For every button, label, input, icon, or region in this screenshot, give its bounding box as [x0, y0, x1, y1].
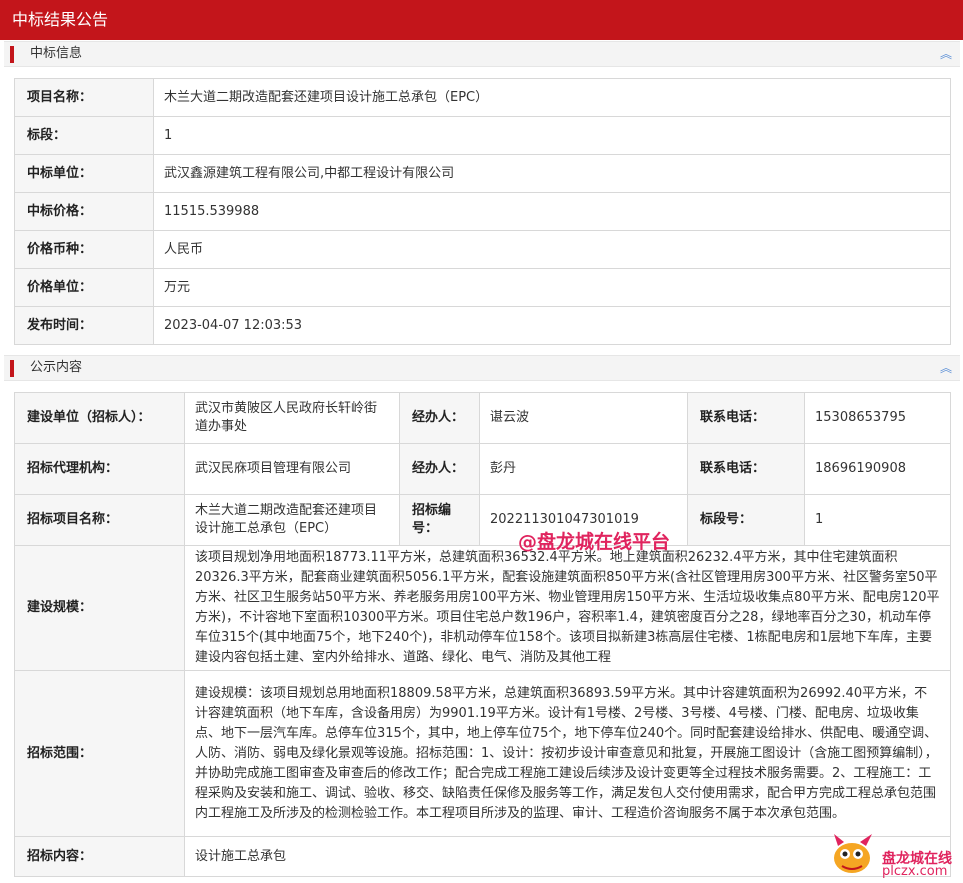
section-bar-winning-info[interactable]: 中标信息 ︽ [4, 41, 960, 67]
row-value: 2023-04-07 12:03:53 [153, 306, 951, 345]
row-value: 人民币 [153, 230, 951, 269]
agency-phone-value: 18696190908 [804, 443, 951, 495]
builder-handler-value: 谌云波 [479, 392, 688, 444]
row-value: 木兰大道二期改造配套还建项目设计施工总承包（EPC） [153, 78, 951, 117]
builder-label: 建设单位（招标人）： [14, 392, 185, 444]
agency-handler-value: 彭丹 [479, 443, 688, 495]
table-row: 招标内容： 设计施工总承包 [14, 836, 951, 877]
row-label: 发布时间： [14, 306, 154, 345]
table-row: 价格币种： 人民币 [14, 230, 951, 269]
project-name-label: 招标项目名称： [14, 494, 185, 546]
winning-info-table: 项目名称： 木兰大道二期改造配套还建项目设计施工总承包（EPC） 标段： 1 中… [14, 78, 951, 345]
section-number-label: 标段号： [687, 494, 805, 546]
agency-value: 武汉民庥项目管理有限公司 [184, 443, 400, 495]
table-row: 项目名称： 木兰大道二期改造配套还建项目设计施工总承包（EPC） [14, 78, 951, 117]
table-row: 招标代理机构： 武汉民庥项目管理有限公司 经办人： 彭丹 联系电话： 18696… [14, 443, 951, 495]
watermark-text: @盘龙城在线平台 [518, 531, 671, 553]
agency-handler-label: 经办人： [399, 443, 480, 495]
builder-phone-label: 联系电话： [687, 392, 805, 444]
site-logo: 盘龙城在线 plczx.com [828, 826, 960, 880]
section-bar-public-content[interactable]: 公示内容 ︽ [4, 355, 960, 381]
page-title: 中标结果公告 [12, 10, 109, 29]
section-marker [10, 46, 14, 63]
row-label: 中标单位： [14, 154, 154, 193]
row-value: 1 [153, 116, 951, 155]
section-title-public-content: 公示内容 [30, 360, 83, 375]
table-row: 标段： 1 [14, 116, 951, 155]
project-name-value: 木兰大道二期改造配套还建项目设计施工总承包（EPC） [184, 494, 400, 546]
row-label: 价格币种： [14, 230, 154, 269]
dragon-mascot-icon [834, 834, 872, 873]
table-row: 招标项目名称： 木兰大道二期改造配套还建项目设计施工总承包（EPC） 招标编号：… [14, 494, 951, 546]
row-value: 11515.539988 [153, 192, 951, 231]
range-label: 招标范围： [14, 670, 185, 837]
content-label: 招标内容： [14, 836, 185, 877]
builder-value: 武汉市黄陂区人民政府长轩岭街道办事处 [184, 392, 400, 444]
table-row: 建设单位（招标人）： 武汉市黄陂区人民政府长轩岭街道办事处 经办人： 谌云波 联… [14, 392, 951, 444]
page-header: 中标结果公告 [0, 0, 963, 40]
section-number-value: 1 [804, 494, 951, 546]
double-chevron-up-icon[interactable]: ︽ [940, 356, 952, 380]
scale-label: 建设规模： [14, 545, 185, 671]
row-label: 中标价格： [14, 192, 154, 231]
section-marker [10, 360, 14, 377]
table-row: 中标价格： 11515.539988 [14, 192, 951, 231]
row-value: 万元 [153, 268, 951, 307]
table-row: 中标单位： 武汉鑫源建筑工程有限公司,中都工程设计有限公司 [14, 154, 951, 193]
scale-value: 该项目规划净用地面积18773.11平方米，总建筑面积36532.4平方米。地上… [184, 545, 951, 671]
row-label: 标段： [14, 116, 154, 155]
public-content-table: 建设单位（招标人）： 武汉市黄陂区人民政府长轩岭街道办事处 经办人： 谌云波 联… [14, 392, 951, 877]
section-title-winning-info: 中标信息 [30, 46, 83, 61]
table-row: 招标范围： 建设规模：该项目规划总用地面积18809.58平方米，总建筑面积36… [14, 670, 951, 837]
row-label: 项目名称： [14, 78, 154, 117]
table-row: 价格单位： 万元 [14, 268, 951, 307]
logo-domain-text: plczx.com [882, 864, 948, 879]
row-label: 价格单位： [14, 268, 154, 307]
tender-number-label: 招标编号： [399, 494, 480, 546]
builder-phone-value: 15308653795 [804, 392, 951, 444]
row-value: 武汉鑫源建筑工程有限公司,中都工程设计有限公司 [153, 154, 951, 193]
range-value: 建设规模：该项目规划总用地面积18809.58平方米，总建筑面积36893.59… [184, 670, 951, 837]
table-row: 建设规模： 该项目规划净用地面积18773.11平方米，总建筑面积36532.4… [14, 545, 951, 671]
double-chevron-up-icon[interactable]: ︽ [940, 42, 952, 66]
agency-label: 招标代理机构： [14, 443, 185, 495]
agency-phone-label: 联系电话： [687, 443, 805, 495]
table-row: 发布时间： 2023-04-07 12:03:53 [14, 306, 951, 345]
builder-handler-label: 经办人： [399, 392, 480, 444]
